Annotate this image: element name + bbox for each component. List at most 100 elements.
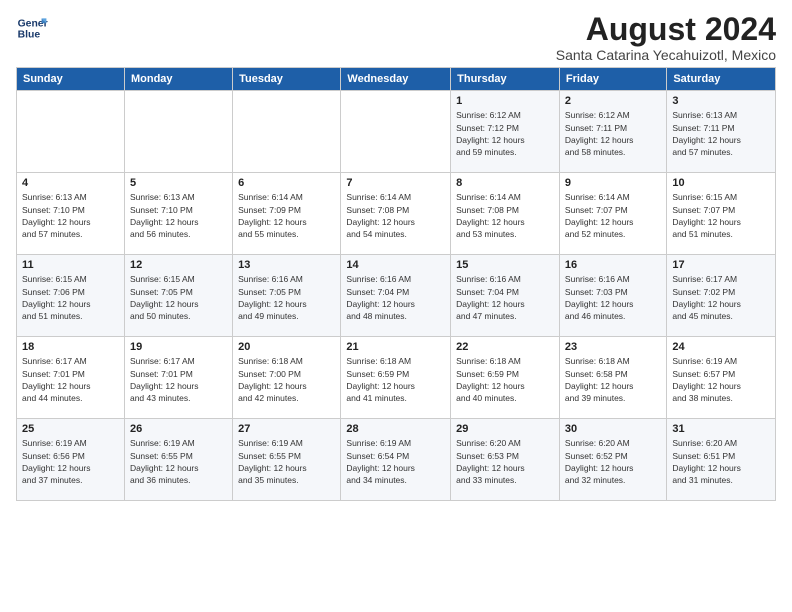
day-number: 11 [22, 259, 119, 271]
day-info: Sunrise: 6:15 AM Sunset: 7:06 PM Dayligh… [22, 273, 119, 322]
day-info: Sunrise: 6:14 AM Sunset: 7:09 PM Dayligh… [238, 191, 335, 240]
day-info: Sunrise: 6:17 AM Sunset: 7:01 PM Dayligh… [130, 355, 227, 404]
calendar-cell [124, 91, 232, 173]
calendar-cell: 5 Sunrise: 6:13 AM Sunset: 7:10 PM Daylig… [124, 173, 232, 255]
day-number: 7 [346, 177, 445, 189]
calendar-cell: 12Sunrise: 6:15 AM Sunset: 7:05 PM Dayli… [124, 255, 232, 337]
day-info: Sunrise: 6:18 AM Sunset: 6:58 PM Dayligh… [565, 355, 661, 404]
day-number: 20 [238, 341, 335, 353]
calendar-cell: 11 Sunrise: 6:15 AM Sunset: 7:06 PM Dayli… [17, 255, 125, 337]
day-info: Sunrise: 6:13 AM Sunset: 7:11 PM Dayligh… [672, 109, 770, 158]
col-thursday: Thursday [451, 68, 560, 91]
day-info: Sunrise: 6:19 AM Sunset: 6:55 PM Dayligh… [130, 437, 227, 486]
day-info: Sunrise: 6:13 AM Sunset: 7:10 PM Dayligh… [130, 191, 227, 240]
day-info: Sunrise: 6:12 AM Sunset: 7:12 PM Dayligh… [456, 109, 554, 158]
day-number: 16 [565, 259, 661, 271]
day-number: 3 [672, 95, 770, 107]
day-info: Sunrise: 6:18 AM Sunset: 6:59 PM Dayligh… [456, 355, 554, 404]
day-info: Sunrise: 6:12 AM Sunset: 7:11 PM Dayligh… [565, 109, 661, 158]
calendar-cell: 27Sunrise: 6:19 AM Sunset: 6:55 PM Dayli… [233, 419, 341, 501]
week-row-5: 25 Sunrise: 6:19 AM Sunset: 6:56 PM Dayli… [17, 419, 776, 501]
day-number: 21 [346, 341, 445, 353]
col-sunday: Sunday [17, 68, 125, 91]
calendar-cell: 9Sunrise: 6:14 AM Sunset: 7:07 PM Daylig… [559, 173, 666, 255]
day-info: Sunrise: 6:16 AM Sunset: 7:04 PM Dayligh… [346, 273, 445, 322]
day-info: Sunrise: 6:14 AM Sunset: 7:07 PM Dayligh… [565, 191, 661, 240]
day-number: 30 [565, 423, 661, 435]
day-number: 14 [346, 259, 445, 271]
week-row-1: 1Sunrise: 6:12 AM Sunset: 7:12 PM Daylig… [17, 91, 776, 173]
day-info: Sunrise: 6:19 AM Sunset: 6:56 PM Dayligh… [22, 437, 119, 486]
title-month: August 2024 [556, 12, 776, 47]
calendar-cell [341, 91, 451, 173]
day-number: 26 [130, 423, 227, 435]
calendar-cell: 26 Sunrise: 6:19 AM Sunset: 6:55 PM Dayli… [124, 419, 232, 501]
page: General Blue August 2024 Santa Catarina … [0, 0, 792, 513]
week-row-3: 11 Sunrise: 6:15 AM Sunset: 7:06 PM Dayli… [17, 255, 776, 337]
day-number: 10 [672, 177, 770, 189]
day-info: Sunrise: 6:16 AM Sunset: 7:03 PM Dayligh… [565, 273, 661, 322]
day-info: Sunrise: 6:20 AM Sunset: 6:52 PM Dayligh… [565, 437, 661, 486]
day-number: 6 [238, 177, 335, 189]
calendar-cell: 17 Sunrise: 6:17 AM Sunset: 7:02 PM Dayli… [667, 255, 776, 337]
calendar-cell [233, 91, 341, 173]
day-info: Sunrise: 6:13 AM Sunset: 7:10 PM Dayligh… [22, 191, 119, 240]
calendar-cell: 24 Sunrise: 6:19 AM Sunset: 6:57 PM Dayli… [667, 337, 776, 419]
calendar-cell [17, 91, 125, 173]
calendar-cell: 8 Sunrise: 6:14 AM Sunset: 7:08 PM Daylig… [451, 173, 560, 255]
calendar-cell: 25 Sunrise: 6:19 AM Sunset: 6:56 PM Dayli… [17, 419, 125, 501]
day-info: Sunrise: 6:17 AM Sunset: 7:01 PM Dayligh… [22, 355, 119, 404]
day-info: Sunrise: 6:15 AM Sunset: 7:07 PM Dayligh… [672, 191, 770, 240]
header-row: Sunday Monday Tuesday Wednesday Thursday… [17, 68, 776, 91]
day-number: 27 [238, 423, 335, 435]
calendar-cell: 3 Sunrise: 6:13 AM Sunset: 7:11 PM Daylig… [667, 91, 776, 173]
calendar-cell: 2Sunrise: 6:12 AM Sunset: 7:11 PM Daylig… [559, 91, 666, 173]
calendar-cell: 23 Sunrise: 6:18 AM Sunset: 6:58 PM Dayli… [559, 337, 666, 419]
header: General Blue August 2024 Santa Catarina … [16, 12, 776, 63]
day-number: 13 [238, 259, 335, 271]
calendar-cell: 29Sunrise: 6:20 AM Sunset: 6:53 PM Dayli… [451, 419, 560, 501]
calendar-cell: 18 Sunrise: 6:17 AM Sunset: 7:01 PM Dayli… [17, 337, 125, 419]
day-number: 24 [672, 341, 770, 353]
calendar-cell: 13Sunrise: 6:16 AM Sunset: 7:05 PM Dayli… [233, 255, 341, 337]
day-number: 29 [456, 423, 554, 435]
day-number: 31 [672, 423, 770, 435]
day-number: 19 [130, 341, 227, 353]
day-info: Sunrise: 6:18 AM Sunset: 7:00 PM Dayligh… [238, 355, 335, 404]
calendar-cell: 28Sunrise: 6:19 AM Sunset: 6:54 PM Dayli… [341, 419, 451, 501]
calendar-cell: 4 Sunrise: 6:13 AM Sunset: 7:10 PM Daylig… [17, 173, 125, 255]
logo-icon: General Blue [16, 12, 48, 44]
day-info: Sunrise: 6:18 AM Sunset: 6:59 PM Dayligh… [346, 355, 445, 404]
calendar-cell: 22 Sunrise: 6:18 AM Sunset: 6:59 PM Dayli… [451, 337, 560, 419]
week-row-4: 18 Sunrise: 6:17 AM Sunset: 7:01 PM Dayli… [17, 337, 776, 419]
day-number: 23 [565, 341, 661, 353]
calendar-table: Sunday Monday Tuesday Wednesday Thursday… [16, 67, 776, 501]
col-tuesday: Tuesday [233, 68, 341, 91]
title-block: August 2024 Santa Catarina Yecahuizotl, … [556, 12, 776, 63]
day-number: 17 [672, 259, 770, 271]
week-row-2: 4 Sunrise: 6:13 AM Sunset: 7:10 PM Daylig… [17, 173, 776, 255]
calendar-cell: 6 Sunrise: 6:14 AM Sunset: 7:09 PM Daylig… [233, 173, 341, 255]
logo: General Blue [16, 12, 48, 44]
calendar-cell: 30 Sunrise: 6:20 AM Sunset: 6:52 PM Dayli… [559, 419, 666, 501]
day-number: 12 [130, 259, 227, 271]
calendar-cell: 31Sunrise: 6:20 AM Sunset: 6:51 PM Dayli… [667, 419, 776, 501]
calendar-cell: 14 Sunrise: 6:16 AM Sunset: 7:04 PM Dayli… [341, 255, 451, 337]
col-monday: Monday [124, 68, 232, 91]
day-number: 5 [130, 177, 227, 189]
day-info: Sunrise: 6:19 AM Sunset: 6:57 PM Dayligh… [672, 355, 770, 404]
day-number: 8 [456, 177, 554, 189]
day-info: Sunrise: 6:17 AM Sunset: 7:02 PM Dayligh… [672, 273, 770, 322]
calendar-cell: 15Sunrise: 6:16 AM Sunset: 7:04 PM Dayli… [451, 255, 560, 337]
calendar-body: 1Sunrise: 6:12 AM Sunset: 7:12 PM Daylig… [17, 91, 776, 501]
day-number: 28 [346, 423, 445, 435]
calendar-cell: 21 Sunrise: 6:18 AM Sunset: 6:59 PM Dayli… [341, 337, 451, 419]
svg-text:Blue: Blue [18, 30, 41, 41]
title-location: Santa Catarina Yecahuizotl, Mexico [556, 47, 776, 63]
day-number: 4 [22, 177, 119, 189]
calendar-cell: 7Sunrise: 6:14 AM Sunset: 7:08 PM Daylig… [341, 173, 451, 255]
day-number: 25 [22, 423, 119, 435]
day-info: Sunrise: 6:14 AM Sunset: 7:08 PM Dayligh… [456, 191, 554, 240]
day-number: 22 [456, 341, 554, 353]
day-number: 18 [22, 341, 119, 353]
